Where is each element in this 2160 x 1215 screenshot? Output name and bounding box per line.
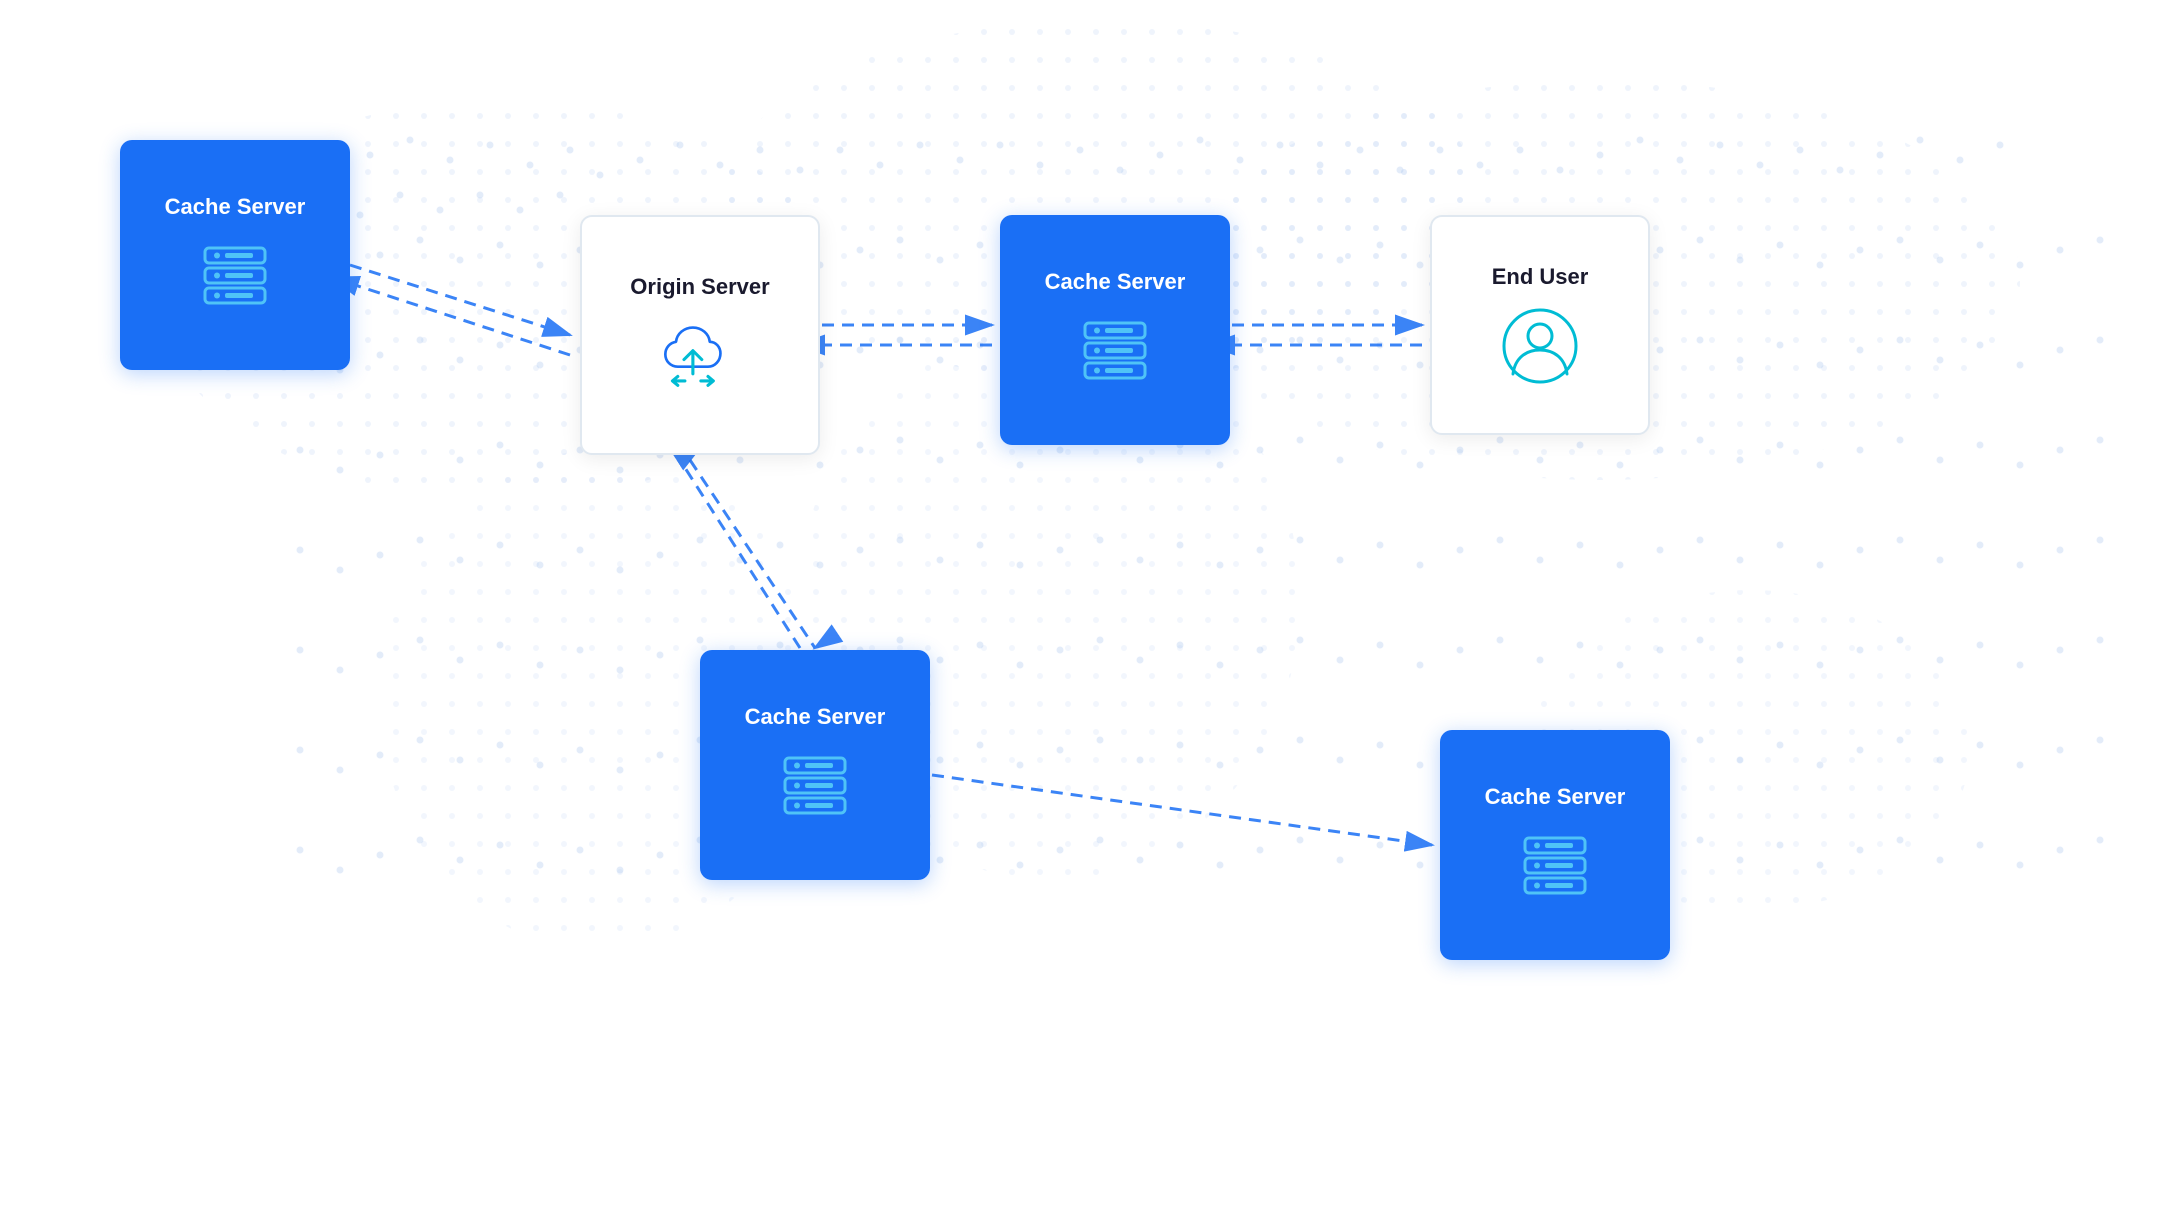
cache-server-middle: Cache Server — [1000, 215, 1230, 445]
cache-server-bottom-left-label: Cache Server — [745, 704, 886, 730]
origin-server-label: Origin Server — [630, 274, 769, 300]
cache-server-top-left: Cache Server — [120, 140, 350, 370]
cache-server-bottom-left-icon — [775, 746, 855, 826]
diagram-container: Cache Server Origin Server — [0, 0, 2160, 1215]
cache-server-bottom-right-icon — [1515, 826, 1595, 906]
cache-server-bottom-left: Cache Server — [700, 650, 930, 880]
end-user-label: End User — [1492, 264, 1589, 290]
cache-server-top-left-icon — [195, 236, 275, 316]
cache-server-middle-icon — [1075, 311, 1155, 391]
cache-server-bottom-right: Cache Server — [1440, 730, 1670, 960]
cache-server-middle-label: Cache Server — [1045, 269, 1186, 295]
end-user: End User — [1430, 215, 1650, 435]
cache-server-bottom-right-label: Cache Server — [1485, 784, 1626, 810]
origin-server: Origin Server — [580, 215, 820, 455]
end-user-icon — [1500, 306, 1580, 386]
cache-server-top-left-label: Cache Server — [165, 194, 306, 220]
origin-server-icon — [660, 316, 740, 396]
